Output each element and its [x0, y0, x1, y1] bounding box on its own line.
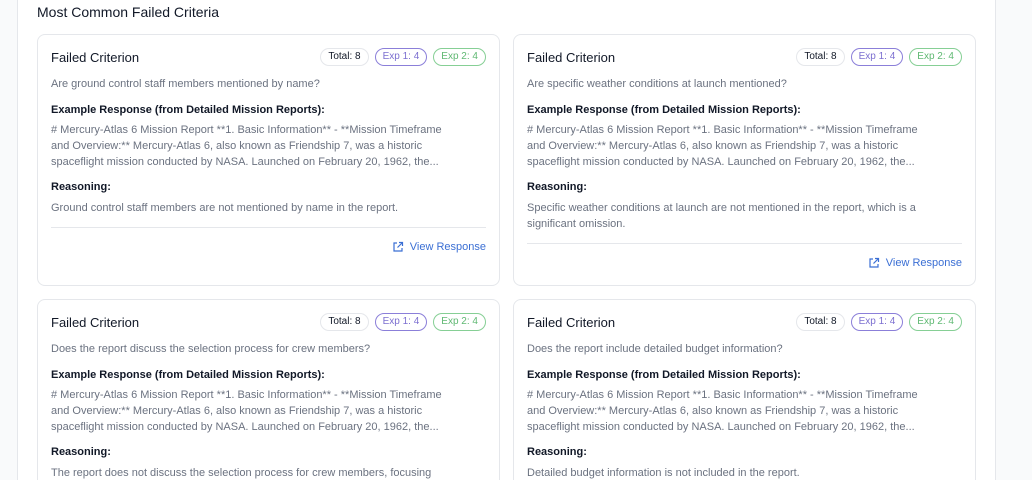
reasoning-text: Detailed budget information is not inclu…: [527, 467, 800, 479]
card-header: Failed Criterion Total: 8 Exp 1: 4 Exp 2…: [527, 313, 962, 333]
external-link-icon: [392, 241, 404, 253]
view-response-label: View Response: [409, 241, 486, 253]
badge-group: Total: 8 Exp 1: 4 Exp 2: 4: [320, 48, 486, 66]
badge-group: Total: 8 Exp 1: 4 Exp 2: 4: [796, 48, 962, 66]
example-line: spaceflight mission conducted by NASA. L…: [51, 421, 439, 433]
reasoning-label: Reasoning:: [527, 446, 587, 458]
reasoning-text: The report does not discuss the selectio…: [51, 467, 432, 479]
example-line: spaceflight mission conducted by NASA. L…: [527, 156, 915, 168]
reasoning-label: Reasoning:: [51, 181, 111, 193]
exp1-badge: Exp 1: 4: [850, 48, 904, 66]
badge-group: Total: 8 Exp 1: 4 Exp 2: 4: [320, 313, 486, 331]
example-line: # Mercury-Atlas 6 Mission Report **1. Ba…: [527, 389, 918, 401]
card-header: Failed Criterion Total: 8 Exp 1: 4 Exp 2…: [527, 48, 962, 68]
total-badge: Total: 8: [796, 313, 845, 331]
example-label: Example Response (from Detailed Mission …: [51, 369, 325, 381]
exp1-badge: Exp 1: 4: [850, 313, 904, 331]
criterion-question: Are ground control staff members mention…: [51, 78, 320, 90]
example-line: # Mercury-Atlas 6 Mission Report **1. Ba…: [527, 124, 918, 136]
view-response-link[interactable]: View Response: [868, 257, 962, 269]
example-label: Example Response (from Detailed Mission …: [51, 104, 325, 116]
total-badge: Total: 8: [796, 48, 845, 66]
example-text: # Mercury-Atlas 6 Mission Report **1. Ba…: [527, 387, 962, 435]
reasoning-label: Reasoning:: [51, 446, 111, 458]
criterion-card: Failed Criterion Total: 8 Exp 1: 4 Exp 2…: [513, 34, 976, 286]
example-text: # Mercury-Atlas 6 Mission Report **1. Ba…: [51, 387, 486, 435]
badge-group: Total: 8 Exp 1: 4 Exp 2: 4: [796, 313, 962, 331]
exp2-badge: Exp 2: 4: [909, 48, 962, 66]
card-header: Failed Criterion Total: 8 Exp 1: 4 Exp 2…: [51, 313, 486, 333]
card-header: Failed Criterion Total: 8 Exp 1: 4 Exp 2…: [51, 48, 486, 68]
view-response-label: View Response: [885, 257, 962, 269]
example-label: Example Response (from Detailed Mission …: [527, 104, 801, 116]
reasoning-text: Ground control staff members are not men…: [51, 202, 399, 214]
section-title: Most Common Failed Criteria: [37, 4, 220, 20]
criterion-question: Does the report discuss the selection pr…: [51, 343, 371, 355]
example-line: and Overview:** Mercury-Atlas 6, also kn…: [51, 405, 423, 417]
criterion-card: Failed Criterion Total: 8 Exp 1: 4 Exp 2…: [37, 34, 500, 286]
criterion-card: Failed Criterion Total: 8 Exp 1: 4 Exp 2…: [37, 299, 500, 480]
view-response-link[interactable]: View Response: [392, 241, 486, 253]
example-line: spaceflight mission conducted by NASA. L…: [527, 421, 915, 433]
example-text: # Mercury-Atlas 6 Mission Report **1. Ba…: [51, 122, 486, 170]
total-badge: Total: 8: [320, 313, 369, 331]
example-label: Example Response (from Detailed Mission …: [527, 369, 801, 381]
card-title: Failed Criterion: [51, 315, 140, 330]
example-line: # Mercury-Atlas 6 Mission Report **1. Ba…: [51, 124, 442, 136]
exp2-badge: Exp 2: 4: [909, 313, 962, 331]
divider: [51, 227, 486, 228]
external-link-icon: [868, 257, 880, 269]
example-line: # Mercury-Atlas 6 Mission Report **1. Ba…: [51, 389, 442, 401]
card-title: Failed Criterion: [527, 315, 616, 330]
example-text: # Mercury-Atlas 6 Mission Report **1. Ba…: [527, 122, 962, 170]
example-line: and Overview:** Mercury-Atlas 6, also kn…: [527, 405, 899, 417]
criterion-card: Failed Criterion Total: 8 Exp 1: 4 Exp 2…: [513, 299, 976, 480]
card-title: Failed Criterion: [527, 50, 616, 65]
card-title: Failed Criterion: [51, 50, 140, 65]
criterion-question: Does the report include detailed budget …: [527, 343, 783, 355]
example-line: and Overview:** Mercury-Atlas 6, also kn…: [51, 140, 423, 152]
reasoning-text: Specific weather conditions at launch ar…: [527, 202, 916, 230]
example-line: and Overview:** Mercury-Atlas 6, also kn…: [527, 140, 899, 152]
total-badge: Total: 8: [320, 48, 369, 66]
exp2-badge: Exp 2: 4: [433, 313, 486, 331]
reasoning-label: Reasoning:: [527, 181, 587, 193]
exp1-badge: Exp 1: 4: [374, 48, 428, 66]
criterion-question: Are specific weather conditions at launc…: [527, 78, 787, 90]
exp1-badge: Exp 1: 4: [374, 313, 428, 331]
divider: [527, 243, 962, 244]
exp2-badge: Exp 2: 4: [433, 48, 486, 66]
example-line: spaceflight mission conducted by NASA. L…: [51, 156, 439, 168]
